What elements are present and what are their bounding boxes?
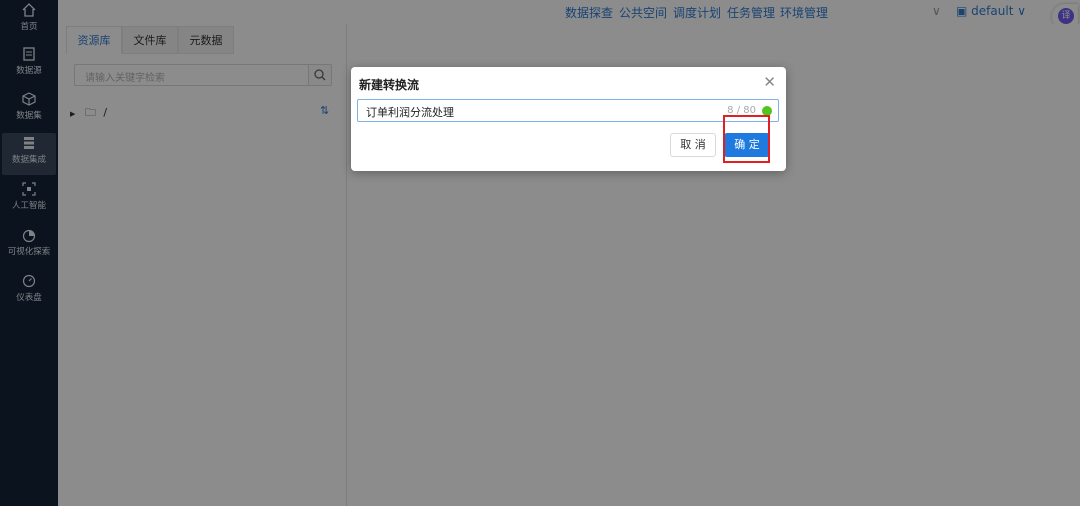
close-icon[interactable]: ✕: [763, 74, 776, 90]
name-input[interactable]: 订单利润分流处理 8 / 80: [357, 99, 779, 122]
highlight-box: [723, 115, 770, 163]
cancel-button[interactable]: 取 消: [670, 133, 716, 157]
new-transformation-dialog: 新建转换流 ✕ 订单利润分流处理 8 / 80 取 消 确 定: [351, 67, 786, 171]
name-input-value: 订单利润分流处理: [366, 106, 454, 119]
dialog-title: 新建转换流: [359, 78, 420, 92]
